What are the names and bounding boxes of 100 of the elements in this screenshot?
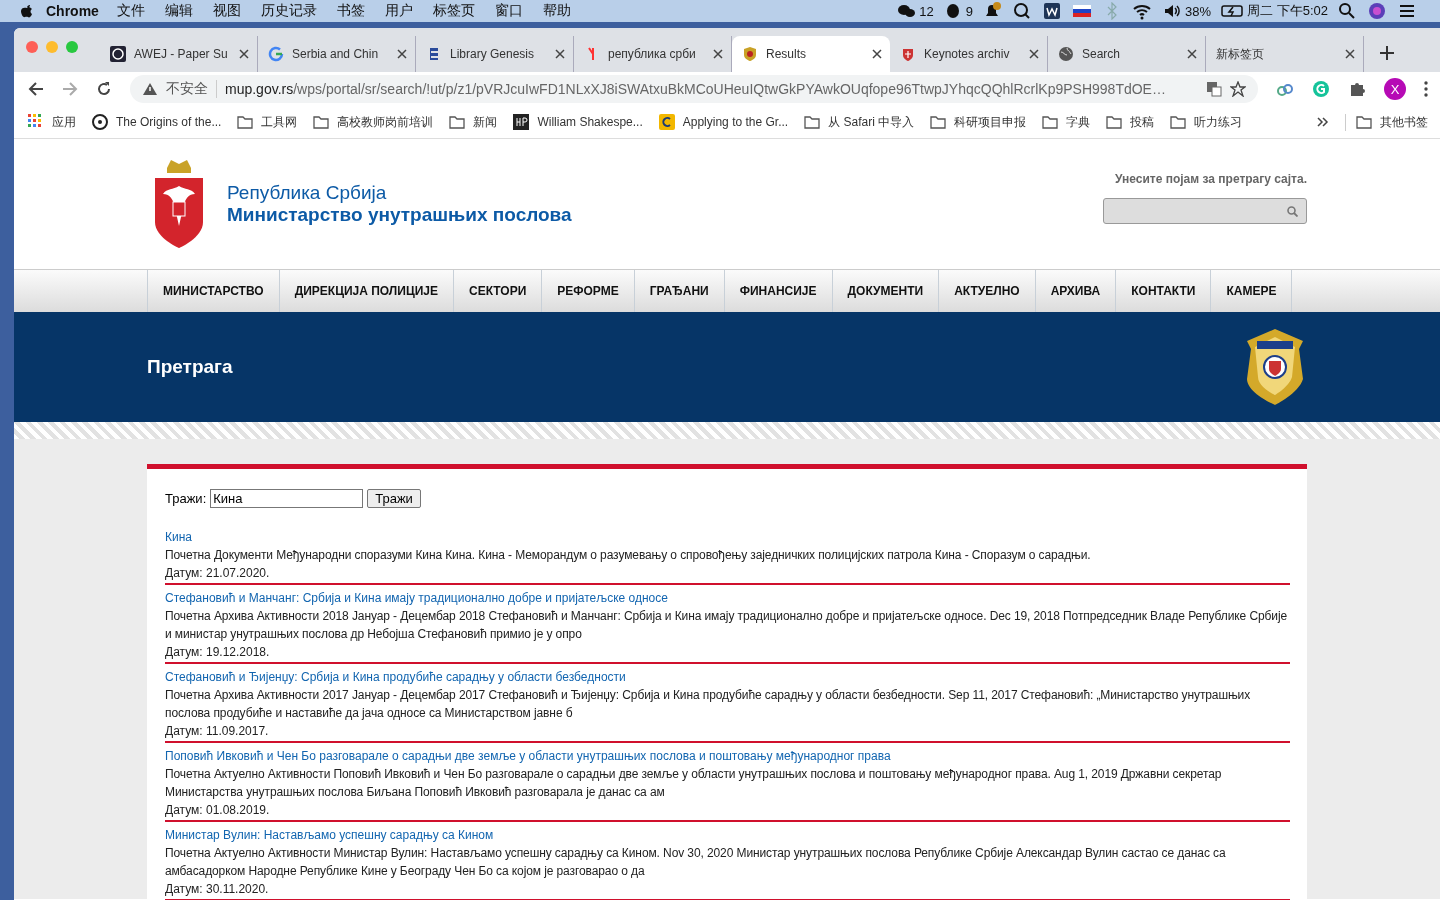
- close-icon[interactable]: [1029, 49, 1039, 59]
- menu-item[interactable]: 帮助: [542, 2, 571, 20]
- tab-title: AWEJ - Paper Su: [134, 47, 229, 61]
- result-date: Датум: 30.11.2020.: [165, 881, 270, 898]
- bookmark[interactable]: 投稿: [1106, 113, 1155, 131]
- bookmark[interactable]: 工具网: [237, 113, 298, 131]
- bookmark[interactable]: 从 Safari 中导入: [804, 113, 915, 131]
- more-icon[interactable]: [1424, 81, 1428, 97]
- search-button[interactable]: Тражи: [367, 489, 421, 508]
- browser-tab[interactable]: Search: [1048, 36, 1206, 72]
- bookmark[interactable]: 应用: [28, 113, 76, 131]
- result-link[interactable]: Кина: [165, 528, 1290, 546]
- browser-tab[interactable]: 新标签页: [1206, 36, 1364, 72]
- favicon-icon: [1058, 46, 1074, 62]
- tab-title: Results: [766, 47, 807, 61]
- wifi-icon[interactable]: [1133, 2, 1152, 20]
- bookmark[interactable]: 听力练习: [1170, 113, 1243, 131]
- bookmark[interactable]: The Origins of the...: [92, 114, 222, 130]
- menu-item[interactable]: 窗口: [494, 2, 523, 20]
- close-icon[interactable]: [1345, 49, 1355, 59]
- book-icon: [513, 114, 530, 130]
- bookmark[interactable]: 字典: [1042, 113, 1091, 131]
- folder-icon: [1042, 114, 1059, 130]
- chevron-icon[interactable]: [1317, 117, 1329, 127]
- bookmark[interactable]: William Shakespe...: [513, 114, 643, 130]
- result-link[interactable]: Стефановић и Манчанг: Србија и Кина имају традиционално добре и пријатељске односе: [165, 589, 1290, 607]
- bookmark[interactable]: Applying to the Gr...: [658, 114, 789, 130]
- close-icon[interactable]: [397, 49, 407, 59]
- folder-icon: [930, 114, 947, 130]
- apple-icon: [20, 3, 34, 19]
- browser-tab[interactable]: Keynotes archiv: [890, 36, 1048, 72]
- url-text: mup.gov.rs/wps/portal/sr/search/!ut/p/z1/pVRJcuIwFD1NLxXJ8iSWAtxuBkMCoUHeuIQtwGkPYAwkOUqfope96TtwpJYhqcQQhlRcrlKp9PSH998TdOE…: [225, 81, 1167, 97]
- search-field[interactable]: [1103, 198, 1307, 224]
- list-icon[interactable]: [1398, 2, 1416, 20]
- browser-tab[interactable]: Library Genesis: [416, 36, 574, 72]
- result-date: Датум: 19.12.2018.: [165, 644, 271, 661]
- browser-tab[interactable]: Results: [732, 36, 890, 72]
- close-icon[interactable]: [713, 49, 723, 59]
- tab-title: Search: [1082, 47, 1122, 61]
- favicon-icon: [268, 46, 284, 62]
- menu-item[interactable]: 历史记录: [260, 2, 317, 20]
- tab-title: 新标签页: [1216, 45, 1265, 63]
- result-link[interactable]: Министар Вулин: Настављамо успешну сарадњу са Кином: [165, 826, 1290, 844]
- compass-icon: [92, 114, 108, 130]
- result-date: Датум: 11.09.2017.: [165, 723, 270, 740]
- bookmark-label: 科研项目申报: [954, 113, 1027, 131]
- folder-icon: [804, 114, 821, 130]
- search-icon[interactable]: [1338, 2, 1356, 20]
- close-icon[interactable]: [239, 49, 249, 59]
- bookmark-label: 高校教师岗前培训: [337, 113, 434, 131]
- bookmark[interactable]: 科研项目申报: [930, 113, 1027, 131]
- translate-icon[interactable]: [1206, 81, 1222, 97]
- menu-item[interactable]: 书签: [336, 2, 365, 20]
- menu-item[interactable]: 标签页: [432, 2, 475, 20]
- chat-icon[interactable]: [897, 2, 916, 20]
- search-label: Тражи:: [165, 491, 207, 506]
- bookmark-label: 字典: [1066, 113, 1091, 131]
- bookmark[interactable]: 其他书签: [1345, 113, 1428, 131]
- result-link[interactable]: Поповић Ивковић и Чен Бо разговарале о сарадњи две земље у области унутрашњих послова и поштовању међународног права: [165, 747, 1290, 765]
- flag-icon[interactable]: [1073, 2, 1092, 20]
- bookmark-label: 投稿: [1130, 113, 1155, 131]
- folder-icon: [449, 114, 466, 130]
- bookmark-label: 听力练习: [1194, 113, 1243, 131]
- menu-item[interactable]: 用户: [384, 2, 413, 20]
- menu-item[interactable]: 编辑: [164, 2, 193, 20]
- battery-icon[interactable]: [1221, 2, 1244, 20]
- menu-item[interactable]: 文件: [116, 2, 145, 20]
- folder-icon: [1356, 114, 1372, 130]
- bookmark-label: 应用: [52, 113, 76, 131]
- battery-percent: 38%: [1185, 3, 1212, 19]
- volume-icon[interactable]: [1163, 2, 1182, 20]
- star-icon[interactable]: [1230, 81, 1246, 97]
- result-snippet: Почетна Актуелно Активности Поповић Ивковић и Чен Бо разговарале о сарадњи две земље у области унутрашњих послова и поштовању међународног права. Aug 1, 2019 Државни секретар Министарства унутрашњих послова Биљана Поповић Ивковић разговарала је данас са ам: [165, 766, 1223, 801]
- clock[interactable]: 周二 下午5:02: [1247, 2, 1328, 20]
- profile-avatar[interactable]: X: [1384, 78, 1406, 100]
- apps-icon: [28, 114, 44, 130]
- document-icon[interactable]: [1043, 2, 1062, 20]
- browser-tab[interactable]: Serbia and Chin: [258, 36, 416, 72]
- bookmark-label: The Origins of the...: [116, 115, 222, 129]
- bookmark[interactable]: 高校教师岗前培训: [313, 113, 434, 131]
- browser-tab[interactable]: AWEJ - Paper Su: [100, 36, 258, 72]
- orb-icon[interactable]: [1368, 2, 1386, 20]
- puzzle-icon[interactable]: [1348, 80, 1366, 98]
- close-icon[interactable]: [1187, 49, 1197, 59]
- back-icon[interactable]: [28, 81, 44, 97]
- address-bar[interactable]: 不安全 mup.gov.rs/wps/portal/sr/search/!ut/p/z1/pVRJcuIwFD1NLxXJ8iSWAtxuBkMCoUHeuIQtwGkPYAwkOUqfope96TtwpJYhqcQQhlRcrlKp9PSH998TdOE…: [130, 75, 1258, 103]
- folder-icon: [237, 114, 254, 130]
- bookmark[interactable]: 新闻: [449, 113, 498, 131]
- close-icon[interactable]: [872, 49, 882, 59]
- app-menu[interactable]: Chrome: [46, 3, 99, 19]
- tab-title: република срби: [608, 47, 697, 61]
- reload-icon[interactable]: [96, 81, 112, 97]
- badge-count: 12: [919, 3, 934, 19]
- search-field[interactable]: Кина: [210, 489, 364, 508]
- menu-item[interactable]: 视图: [212, 2, 241, 20]
- new-tab-icon[interactable]: [1380, 46, 1394, 60]
- result-link[interactable]: Стефановић и Ђијенџу: Србија и Кина продубиће сарадњу у области безбедности: [165, 668, 1290, 686]
- folder-icon: [1170, 114, 1187, 130]
- close-icon[interactable]: [555, 49, 565, 59]
- folder-icon: [1106, 114, 1123, 130]
